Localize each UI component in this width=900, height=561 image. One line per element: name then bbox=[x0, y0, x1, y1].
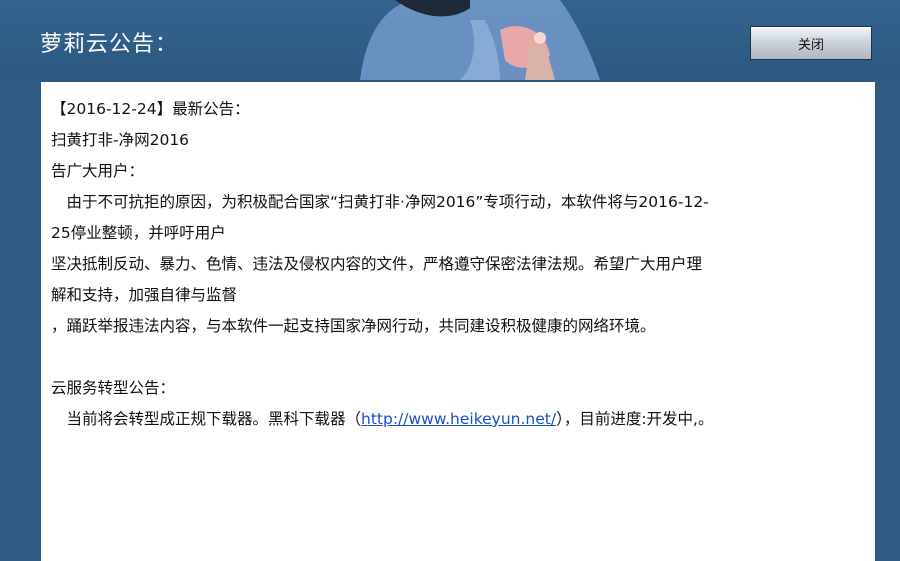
announcement-body-line: 坚决抵制反动、暴力、色情、违法及侵权内容的文件，严格遵守保密法律法规。希望广大用… bbox=[51, 255, 703, 273]
announcement-body-line: 由于不可抗拒的原因，为积极配合国家“扫黄打非·净网2016”专项行动，本软件将与… bbox=[51, 193, 709, 211]
announcement-campaign: 扫黄打非-净网2016 bbox=[51, 131, 190, 149]
announcement-dialog: 萝莉云公告： 关闭 【2016-12-24】最新公告： 扫黄打非-净网2016 … bbox=[0, 0, 900, 561]
service-transition-status: ），目前进度:开发中,。 bbox=[556, 410, 714, 428]
announcement-body-line: 解和支持，加强自律与监督 bbox=[51, 286, 238, 304]
close-button-label: 关闭 bbox=[797, 37, 824, 53]
announcement-body-line: 25停业整顿，并呼吁用户 bbox=[51, 224, 226, 242]
service-transition-text: 当前将会转型成正规下载器。黑科下载器（ bbox=[51, 410, 362, 428]
announcement-date-heading: 【2016-12-24】最新公告： bbox=[51, 100, 250, 118]
close-button[interactable]: 关闭 bbox=[750, 26, 872, 60]
service-transition-body: 当前将会转型成正规下载器。黑科下载器（http://www.heikeyun.n… bbox=[51, 404, 865, 435]
website-link[interactable]: http://www.heikeyun.net/ bbox=[361, 410, 556, 428]
service-transition-heading: 云服务转型公告： bbox=[51, 379, 176, 397]
announcement-body-line: ，踊跃举报违法内容，与本软件一起支持国家净网行动，共同建设积极健康的网络环境。 bbox=[51, 317, 656, 335]
announcement-greeting: 告广大用户： bbox=[51, 162, 145, 180]
window-title: 萝莉云公告： bbox=[40, 32, 179, 57]
announcement-content: 【2016-12-24】最新公告： 扫黄打非-净网2016 告广大用户： 由于不… bbox=[41, 82, 875, 561]
